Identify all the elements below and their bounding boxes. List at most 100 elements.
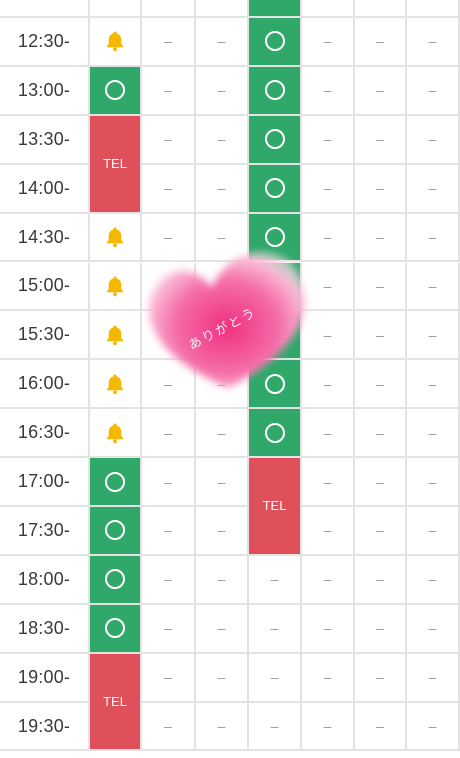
dash-symbol: – [164, 33, 172, 50]
waitlist-slot[interactable] [90, 18, 142, 67]
available-slot[interactable] [90, 507, 142, 556]
unavailable-slot: – [249, 555, 302, 605]
unavailable-slot: – [302, 115, 355, 165]
unavailable-slot: – [196, 507, 249, 556]
unavailable-slot: – [196, 262, 249, 312]
unavailable-slot: – [407, 66, 460, 116]
dash-symbol: – [217, 277, 226, 294]
available-slot[interactable] [249, 409, 302, 459]
dash-symbol: – [270, 669, 279, 686]
dash-symbol: – [323, 424, 332, 441]
unavailable-slot: – [196, 409, 249, 459]
dash-symbol: – [428, 326, 437, 343]
dash-symbol: – [164, 620, 172, 637]
dash-symbol: – [164, 424, 172, 441]
unavailable-slot: – [407, 164, 460, 214]
unavailable-slot: – [249, 702, 302, 752]
unavailable-slot: – [355, 409, 407, 459]
unavailable-slot: – [407, 653, 460, 703]
time-label: 16:30- [0, 409, 90, 459]
unavailable-slot: – [407, 702, 460, 752]
time-label: 12:30- [0, 18, 90, 67]
available-slot[interactable] [90, 66, 142, 116]
circle-icon [264, 80, 285, 101]
dash-symbol: – [217, 375, 226, 392]
dash-symbol: – [428, 473, 437, 490]
available-slot[interactable] [249, 360, 302, 410]
unavailable-slot: – [302, 702, 355, 752]
tel-slot[interactable]: TEL [90, 653, 142, 752]
dash-symbol: – [376, 571, 384, 588]
dash-symbol: – [217, 131, 226, 148]
unavailable-slot: – [249, 604, 302, 654]
dash-symbol: – [376, 669, 384, 686]
tel-slot[interactable]: TEL [90, 115, 142, 214]
available-slot[interactable] [249, 18, 302, 67]
dash-symbol: – [164, 669, 172, 686]
unavailable-slot: – [407, 360, 460, 410]
time-label: 17:30- [0, 507, 90, 556]
dash-symbol: – [428, 180, 437, 197]
unavailable-slot: – [142, 702, 196, 752]
unavailable-slot: – [302, 18, 355, 67]
dash-symbol: – [164, 180, 172, 197]
circle-icon [264, 324, 285, 345]
dash-symbol: – [323, 571, 332, 588]
dash-symbol: – [164, 229, 172, 246]
waitlist-slot[interactable] [90, 311, 142, 361]
unavailable-slot: – [142, 507, 196, 556]
unavailable-slot: – [355, 702, 407, 752]
circle-icon [105, 471, 125, 492]
unavailable-slot: – [355, 360, 407, 410]
bell-icon [103, 421, 127, 445]
circle-icon [264, 227, 285, 248]
available-slot[interactable] [90, 604, 142, 654]
tel-slot[interactable]: TEL [249, 458, 302, 556]
available-slot[interactable] [249, 66, 302, 116]
unavailable-slot: – [142, 213, 196, 263]
available-slot[interactable] [249, 164, 302, 214]
circle-icon [105, 569, 125, 590]
unavailable-slot: – [355, 164, 407, 214]
slot-cell-partial [196, 0, 249, 18]
unavailable-slot: – [302, 458, 355, 507]
available-slot[interactable] [90, 458, 142, 507]
dash-symbol: – [323, 522, 332, 539]
dash-symbol: – [164, 718, 172, 735]
unavailable-slot: – [142, 458, 196, 507]
dash-symbol: – [217, 571, 226, 588]
dash-symbol: – [164, 473, 172, 490]
waitlist-slot[interactable] [90, 360, 142, 410]
waitlist-slot[interactable] [90, 409, 142, 459]
available-slot[interactable] [90, 555, 142, 605]
time-label: 15:00- [0, 262, 90, 312]
dash-symbol: – [164, 375, 172, 392]
circle-icon [105, 520, 125, 541]
dash-symbol: – [270, 718, 279, 735]
unavailable-slot: – [302, 507, 355, 556]
dash-symbol: – [323, 180, 332, 197]
bell-icon [103, 323, 127, 347]
time-label: 19:30- [0, 702, 90, 752]
unavailable-slot: – [302, 409, 355, 459]
dash-symbol: – [217, 180, 226, 197]
dash-symbol: – [376, 131, 384, 148]
unavailable-slot: – [196, 18, 249, 67]
unavailable-slot: – [302, 360, 355, 410]
unavailable-slot: – [407, 18, 460, 67]
slot-cell-partial [302, 0, 355, 18]
unavailable-slot: – [302, 653, 355, 703]
available-slot[interactable] [249, 115, 302, 165]
waitlist-slot[interactable] [90, 262, 142, 312]
dash-symbol: – [323, 718, 332, 735]
waitlist-slot[interactable] [90, 213, 142, 263]
available-slot[interactable] [249, 213, 302, 263]
unavailable-slot: – [407, 115, 460, 165]
unavailable-slot: – [407, 409, 460, 459]
dash-symbol: – [217, 522, 226, 539]
unavailable-slot: – [142, 555, 196, 605]
time-label: 18:30- [0, 604, 90, 654]
slot-cell-partial [90, 0, 142, 18]
time-label: 18:00- [0, 555, 90, 605]
dash-symbol: – [217, 669, 226, 686]
